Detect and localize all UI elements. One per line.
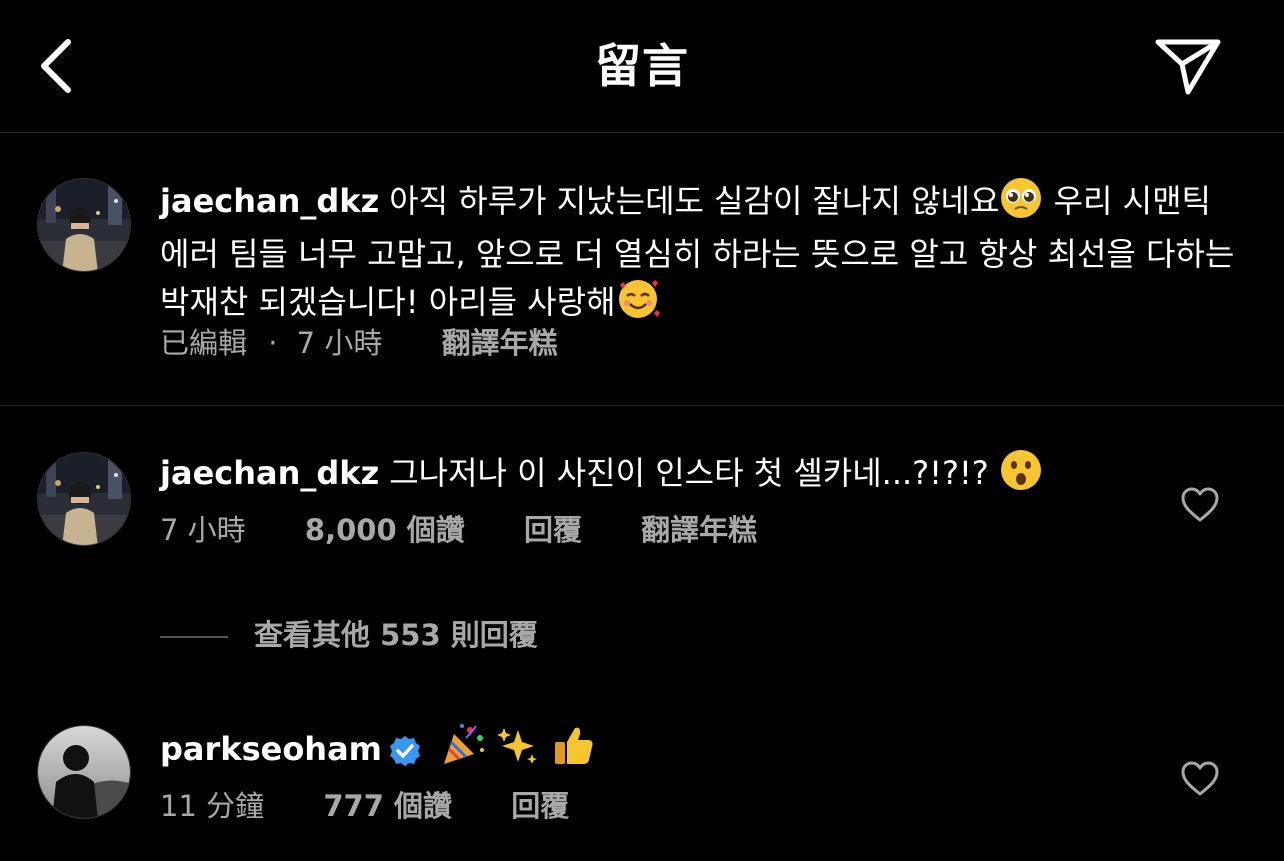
caption-time: 7 小時	[296, 326, 383, 360]
heart-outline-icon	[1181, 487, 1219, 522]
avatar[interactable]	[37, 178, 131, 272]
view-more-replies-button[interactable]: 查看其他 553 則回覆	[160, 615, 538, 655]
caption-translate-link[interactable]: 翻譯年糕	[442, 323, 558, 363]
sparkles-emoji-icon	[496, 724, 540, 780]
caption-text: jaechan_dkz 아직 하루가 지났는데도 실감이 잘나지 않네요 우리 시…	[160, 176, 1240, 333]
comment-username[interactable]: parkseoham	[160, 730, 382, 768]
heart-outline-icon	[1181, 761, 1219, 796]
view-replies-label: 查看其他 553 則回覆	[254, 618, 538, 652]
hushed-face-emoji-icon	[999, 448, 1043, 504]
comment-text: parkseoham	[160, 722, 597, 780]
likes-count[interactable]: 777 個讚	[323, 786, 452, 826]
comment-meta: 11 分鐘 777 個讚 回覆	[160, 786, 569, 826]
avatar[interactable]	[37, 725, 131, 819]
meta-separator-dot: ·	[268, 326, 278, 360]
avatar[interactable]	[37, 452, 131, 546]
page-title: 留言	[595, 39, 689, 93]
avatar-photo	[38, 726, 130, 818]
reply-button[interactable]: 回覆	[511, 786, 569, 826]
pleading-face-emoji-icon	[999, 176, 1043, 232]
avatar-photo	[38, 453, 130, 545]
comment-time: 7 小時	[160, 513, 246, 547]
thumbs-up-emoji-icon	[551, 722, 597, 780]
caption-meta: 已編輯 · 7 小時 翻譯年糕	[160, 323, 558, 363]
paper-plane-icon	[1155, 39, 1221, 95]
reply-button[interactable]: 回覆	[524, 510, 582, 550]
caption-divider	[0, 405, 1284, 406]
verified-badge-icon	[388, 734, 422, 780]
header-divider	[0, 132, 1284, 133]
like-button[interactable]	[1180, 485, 1220, 525]
header-bar: 留言	[0, 0, 1284, 132]
comment-body: 그나저나 이 사진이 인스타 첫 셀카네...?!?!?	[389, 454, 989, 492]
like-button[interactable]	[1180, 759, 1220, 799]
likes-count[interactable]: 8,000 個讚	[305, 510, 465, 550]
smiling-face-with-hearts-emoji-icon	[616, 277, 660, 333]
translate-link[interactable]: 翻譯年糕	[641, 510, 757, 550]
share-button[interactable]	[1152, 34, 1224, 98]
avatar-photo	[38, 179, 130, 271]
caption-username[interactable]: jaechan_dkz	[160, 182, 379, 220]
comment-time: 11 分鐘	[160, 789, 265, 823]
comment-username[interactable]: jaechan_dkz	[160, 454, 379, 492]
party-popper-emoji-icon	[440, 722, 486, 780]
replies-line	[160, 636, 228, 638]
caption-text-part1: 아직 하루가 지났는데도 실감이 잘나지 않네요	[389, 182, 1000, 220]
comment-text: jaechan_dkz 그나저나 이 사진이 인스타 첫 셀카네...?!?!?	[160, 448, 1160, 504]
comment-meta: 7 小時 8,000 個讚 回覆 翻譯年糕	[160, 510, 757, 550]
edited-label: 已編輯	[160, 326, 248, 360]
